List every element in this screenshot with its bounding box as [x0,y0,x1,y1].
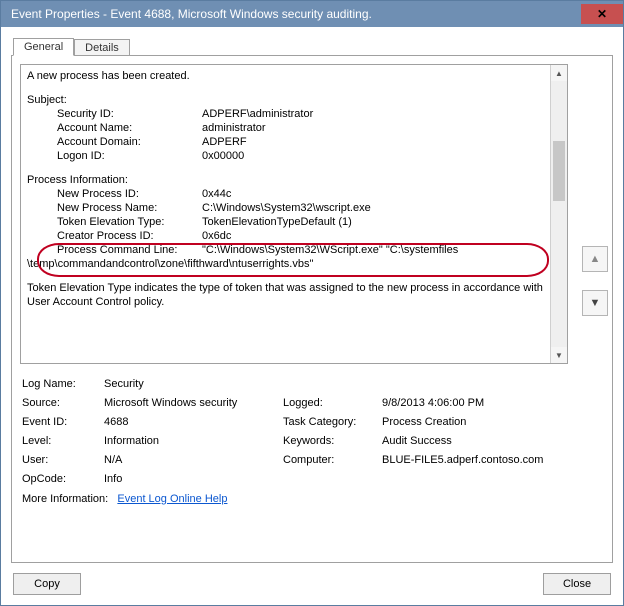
titlebar[interactable]: Event Properties - Event 4688, Microsoft… [1,1,623,27]
opcode-value: Info [104,473,568,485]
event-properties-window: Event Properties - Event 4688, Microsoft… [0,0,624,606]
cmdline-label: Process Command Line: [57,243,202,257]
event-description-pane[interactable]: A new process has been created. Subject:… [20,64,568,364]
security-id-label: Security ID: [57,107,202,121]
general-panel: A new process has been created. Subject:… [11,55,613,563]
event-id-value: 4688 [104,416,279,428]
user-label: User: [22,454,100,466]
computer-label: Computer: [283,454,378,466]
keywords-label: Keywords: [283,435,378,447]
scroll-up-icon[interactable]: ▲ [551,65,567,81]
prev-event-button[interactable]: ▲ [582,246,608,272]
event-log-online-help-link[interactable]: Event Log Online Help [117,493,227,505]
event-description-text: A new process has been created. Subject:… [27,69,565,309]
level-label: Level: [22,435,100,447]
task-category-label: Task Category: [283,416,378,428]
user-value: N/A [104,454,279,466]
close-icon[interactable]: ✕ [581,4,623,24]
client-area: General Details A new process has been c… [1,27,623,605]
new-pid-value: 0x44c [202,187,565,201]
keywords-value: Audit Success [382,435,568,447]
arrow-up-icon: ▲ [590,253,601,265]
dialog-button-bar: Copy Close [11,573,613,595]
window-title: Event Properties - Event 4688, Microsoft… [11,7,581,21]
copy-button[interactable]: Copy [13,573,81,595]
logon-id-value: 0x00000 [202,149,565,163]
account-domain-label: Account Domain: [57,135,202,149]
creator-pid-value: 0x6dc [202,229,565,243]
log-name-label: Log Name: [22,378,100,390]
new-pid-label: New Process ID: [57,187,202,201]
event-id-label: Event ID: [22,416,100,428]
account-name-value: administrator [202,121,565,135]
log-name-value: Security [104,378,568,390]
process-info-header: Process Information: [27,173,565,187]
more-information-row: More Information: Event Log Online Help [22,493,604,505]
line-created: A new process has been created. [27,69,565,83]
logged-label: Logged: [283,397,378,409]
tab-general[interactable]: General [13,38,74,56]
account-domain-value: ADPERF [202,135,565,149]
token-elev-label: Token Elevation Type: [57,215,202,229]
source-label: Source: [22,397,100,409]
security-id-value: ADPERF\administrator [202,107,565,121]
token-elev-value: TokenElevationTypeDefault (1) [202,215,565,229]
next-event-button[interactable]: ▼ [582,290,608,316]
more-info-label: More Information: [22,493,108,505]
vertical-scrollbar[interactable]: ▲ ▼ [550,65,567,363]
cmdline-value-1: "C:\Windows\System32\WScript.exe" "C:\sy… [202,243,565,257]
new-pname-label: New Process Name: [57,201,202,215]
logged-value: 9/8/2013 4:06:00 PM [382,397,568,409]
scrollbar-track[interactable] [551,81,567,347]
opcode-label: OpCode: [22,473,100,485]
new-pname-value: C:\Windows\System32\wscript.exe [202,201,565,215]
close-button[interactable]: Close [543,573,611,595]
cmdline-value-2: \temp\commandandcontrol\zone\fifthward\n… [27,257,565,271]
subject-header: Subject: [27,93,565,107]
arrow-down-icon: ▼ [590,297,601,309]
task-category-value: Process Creation [382,416,568,428]
tab-strip: General Details [13,35,613,55]
creator-pid-label: Creator Process ID: [57,229,202,243]
scrollbar-thumb[interactable] [553,141,565,201]
tab-details[interactable]: Details [74,39,130,56]
account-name-label: Account Name: [57,121,202,135]
event-metadata: Log Name: Security Source: Microsoft Win… [22,378,568,485]
source-value: Microsoft Windows security [104,397,279,409]
elevation-type-description: Token Elevation Type indicates the type … [27,281,565,309]
scroll-down-icon[interactable]: ▼ [551,347,567,363]
level-value: Information [104,435,279,447]
logon-id-label: Logon ID: [57,149,202,163]
computer-value: BLUE-FILE5.adperf.contoso.com [382,454,568,466]
event-nav: ▲ ▼ [582,246,608,316]
